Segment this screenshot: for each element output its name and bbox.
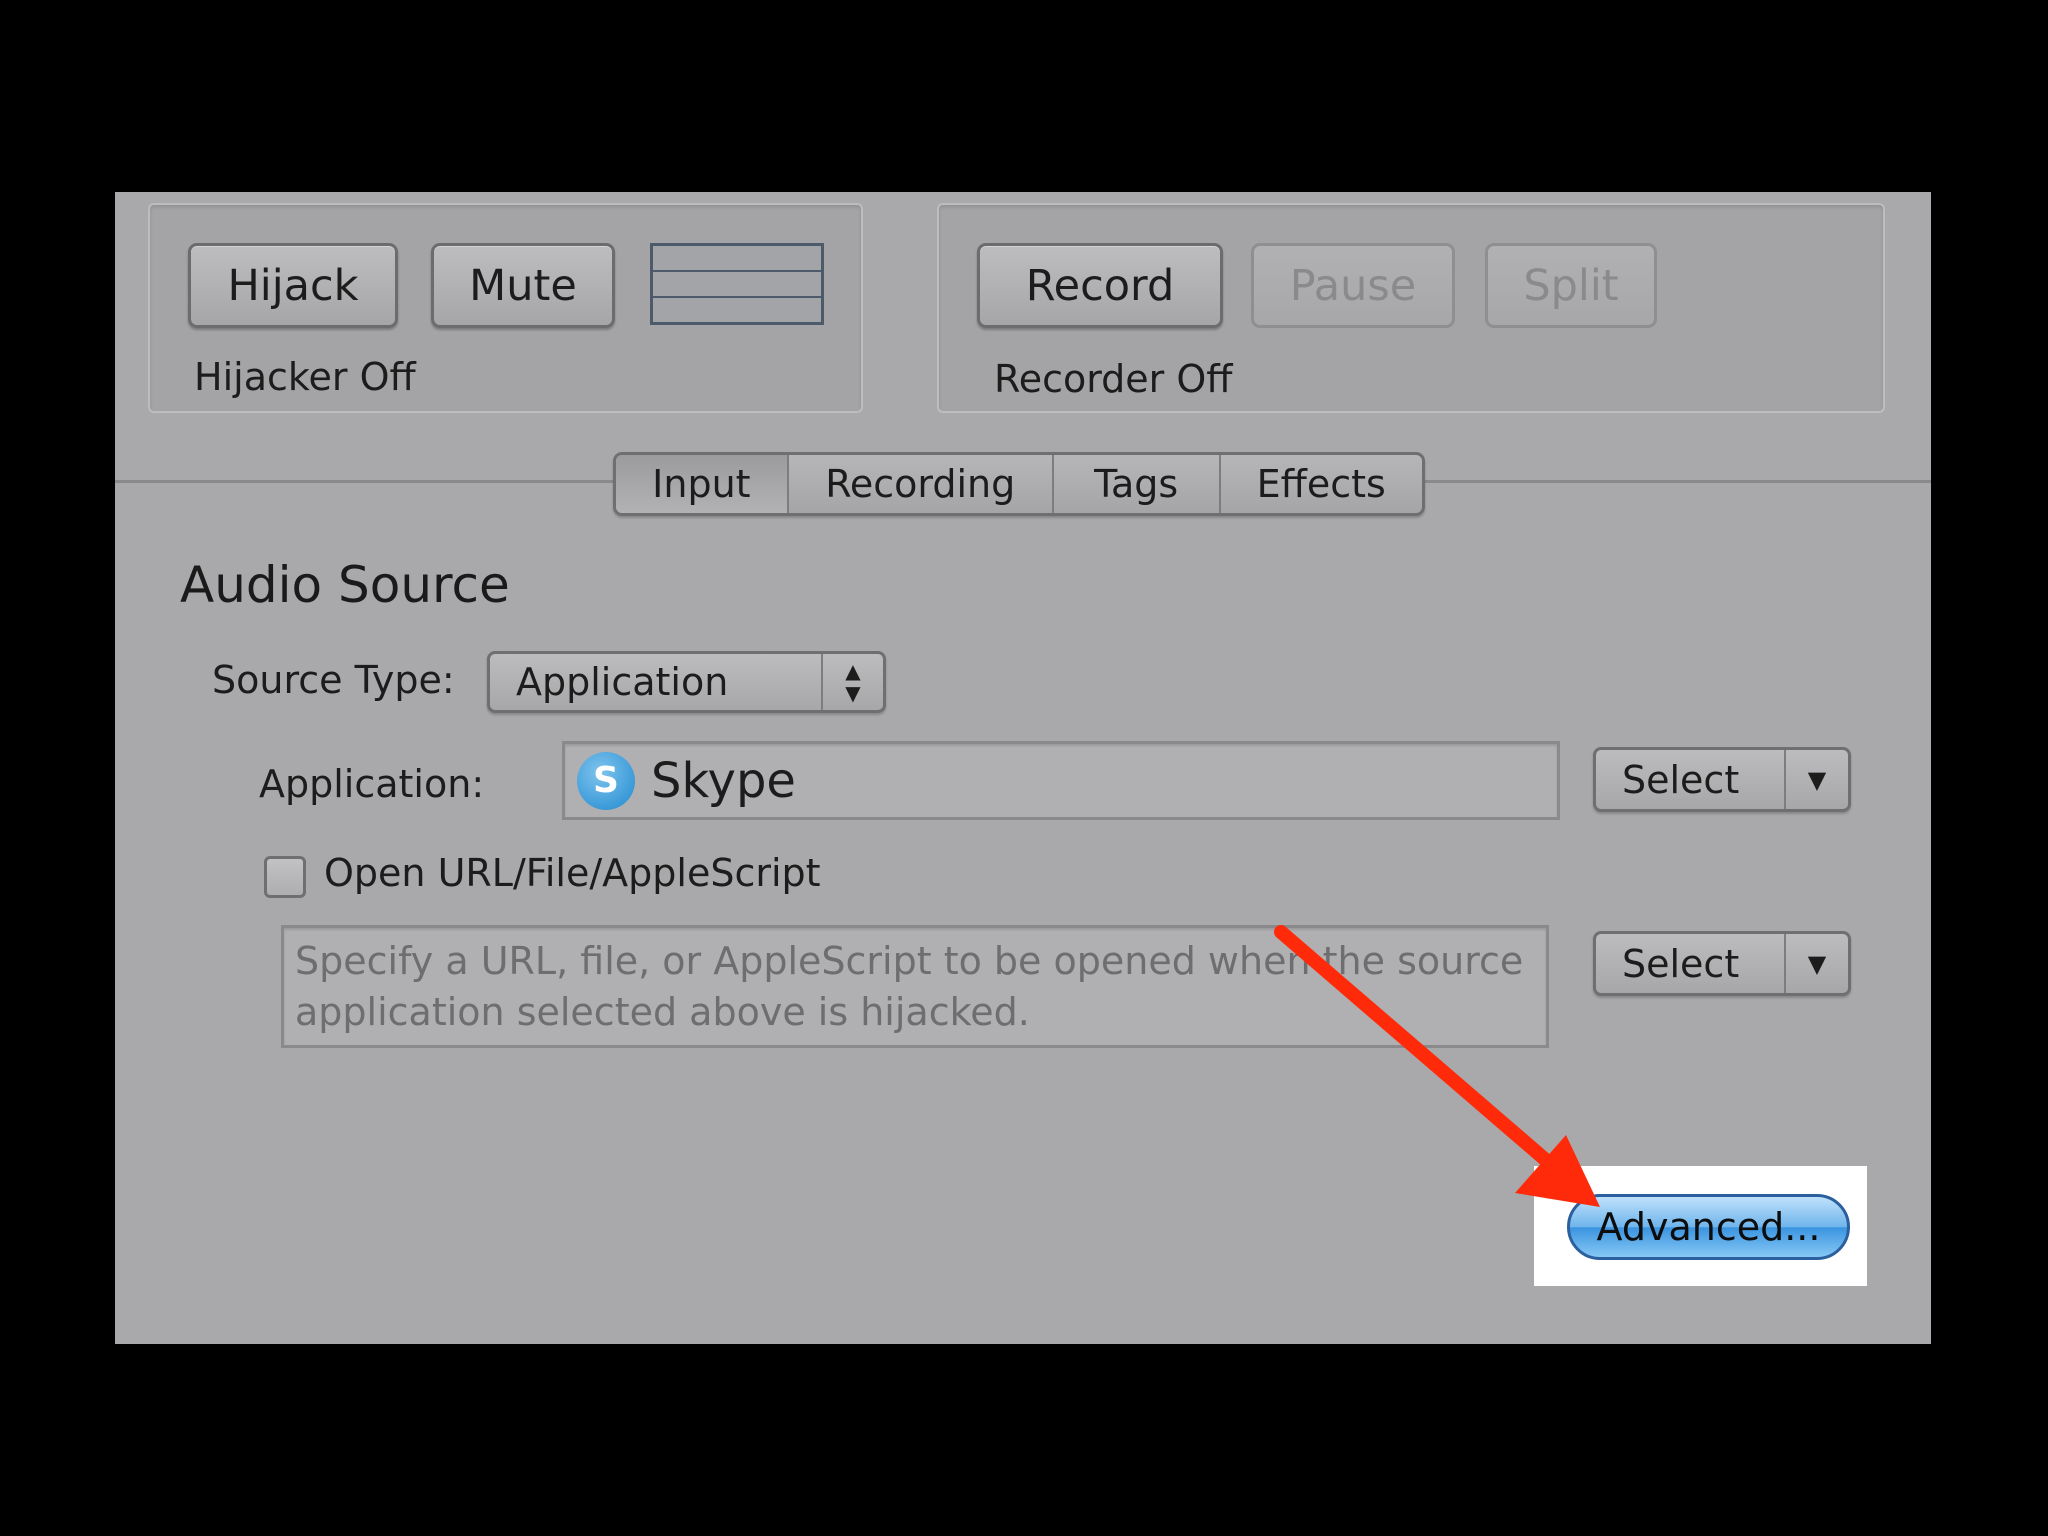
arrow-shaft	[1274, 925, 1562, 1175]
annotation-arrow	[1274, 925, 1600, 1207]
